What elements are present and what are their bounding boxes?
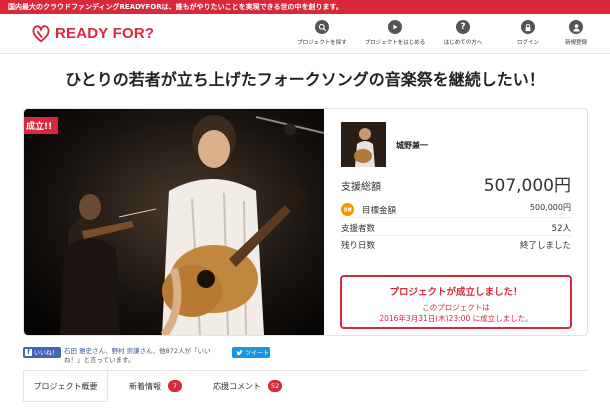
- site-header: READY FOR? プロジェクトを探す プロジェクトをはじめる ? はじめての…: [0, 14, 610, 54]
- nav-label: プロジェクトを探す: [297, 40, 347, 46]
- project-summary-card: 成立!! 城野兼一 支援総額 507,000円 目標 目標金額 500,000円…: [23, 108, 588, 336]
- nav-label: 新規登録: [564, 40, 587, 46]
- owner-name[interactable]: 城野兼一: [396, 140, 428, 151]
- logo-text: READY FOR?: [55, 24, 155, 42]
- tweet-button[interactable]: ツイート: [232, 347, 270, 358]
- success-badge: 成立!!: [24, 117, 59, 134]
- project-title: ひとりの若者が立ち上げたフォークソングの音楽祭を継続したい！: [65, 70, 545, 89]
- project-tabs: プロジェクト概要 新着情報 7 応援コメント 52: [23, 370, 588, 418]
- user-icon: [569, 20, 583, 34]
- tab-comments[interactable]: 応援コメント 52: [213, 371, 283, 401]
- goal-amount-value: 500,000円: [529, 203, 571, 212]
- nav-label: プロジェクトをはじめる: [364, 40, 426, 46]
- play-icon: [388, 20, 402, 34]
- logo-mark-icon: [32, 25, 50, 43]
- owner-avatar[interactable]: [341, 122, 386, 167]
- nav-start-project[interactable]: プロジェクトをはじめる: [360, 20, 430, 46]
- facebook-like-button[interactable]: f いいね！: [23, 347, 61, 358]
- lock-icon: [521, 20, 535, 34]
- social-share-row: f いいね！ 石田 雅史さん、野村 崇謙さん、他872人が「いいね！」と言ってい…: [23, 347, 270, 364]
- success-title: プロジェクトが成立しました！: [389, 287, 523, 298]
- like-friend-names[interactable]: 石田 雅史さん、野村 崇謙さん: [64, 347, 153, 355]
- tab-label: 応援コメント: [213, 381, 261, 391]
- supporters-label: 支援者数: [341, 224, 376, 234]
- supporters-value: 52人: [551, 224, 571, 234]
- facebook-like-text: 石田 雅史さん、野村 崇謙さん、他872人が「いいね！」と言っています。: [64, 347, 222, 365]
- top-announcement-bar: 国内最大のクラウドファンディングREADYFORは、誰もがやりたいことを実現でき…: [0, 0, 610, 14]
- nav-register[interactable]: 新規登録: [541, 20, 610, 46]
- remaining-days-value: 終了しました: [519, 241, 571, 251]
- comments-count-badge: 52: [268, 380, 283, 392]
- search-icon: [315, 20, 329, 34]
- tab-label: プロジェクト概要: [33, 381, 98, 391]
- project-success-box: プロジェクトが成立しました！ このプロジェクトは 2016年3月31日(木)23…: [340, 275, 572, 329]
- success-line-1: このプロジェクトは: [422, 303, 490, 312]
- nav-find-projects[interactable]: プロジェクトを探す: [287, 20, 357, 46]
- success-message: このプロジェクトは 2016年3月31日(木)23:00 に成立しました。: [342, 302, 570, 324]
- nav-label: はじめての方へ: [443, 40, 483, 46]
- remaining-days-label: 残り日数: [341, 241, 376, 251]
- question-icon: ?: [456, 20, 470, 34]
- success-line-2: 2016年3月31日(木)23:00 に成立しました。: [379, 314, 533, 323]
- readyfor-logo[interactable]: READY FOR?: [30, 21, 154, 45]
- goal-icon: 目標: [341, 203, 354, 216]
- news-count-badge: 7: [168, 380, 182, 392]
- tweet-label: ツイート: [245, 350, 270, 357]
- nav-beginners[interactable]: ? はじめての方へ: [428, 20, 498, 46]
- total-amount-value: 507,000円: [483, 176, 571, 196]
- total-amount-label: 支援総額: [341, 182, 381, 193]
- tab-news[interactable]: 新着情報 7: [129, 371, 182, 401]
- tab-label: 新着情報: [129, 381, 161, 391]
- twitter-bird-icon: [236, 349, 243, 355]
- divider: [341, 217, 573, 218]
- facebook-icon: f: [25, 349, 32, 356]
- tab-project-overview[interactable]: プロジェクト概要: [23, 371, 108, 402]
- like-label: いいね！: [34, 350, 59, 357]
- divider: [341, 235, 573, 236]
- goal-amount-label: 目標金額: [362, 206, 397, 216]
- nav-label: ログイン: [516, 40, 539, 46]
- project-photo: 成立!!: [24, 109, 324, 335]
